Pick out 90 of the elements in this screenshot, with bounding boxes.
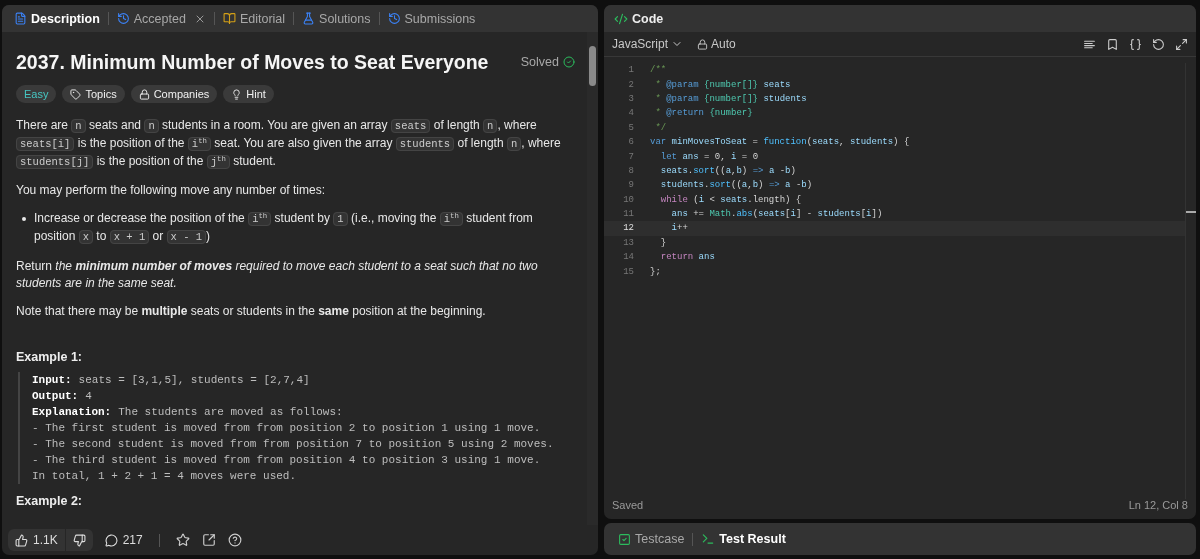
line-number: 10: [622, 194, 635, 205]
problem-paragraph: Note that there may be multiple seats or students in the same position at the beginning.: [16, 303, 487, 320]
example-line: Output: 4: [32, 389, 93, 404]
check-circle-icon: [563, 56, 575, 68]
example-line: Explanation: The students are moved as follows:: [32, 405, 344, 420]
line-number: 11: [622, 209, 635, 220]
star-icon[interactable]: [175, 533, 190, 547]
braces-icon[interactable]: [1129, 37, 1142, 51]
code-line: }: [659, 237, 667, 248]
example-line: - The first student is moved from from position 2 to position 1 using 1 move.: [32, 421, 542, 436]
panel-tab[interactable]: Submissions: [383, 11, 480, 26]
code-icon: [614, 11, 628, 26]
line-number: 3: [627, 93, 635, 104]
line-number: 7: [627, 151, 635, 162]
example-line: - The third student is moved from from position 4 to position 3 using 1 move.: [32, 453, 542, 468]
solved-status: Solved: [520, 55, 575, 69]
example-line: - The second student is moved from from position 7 to position 5 using 2 moves.: [32, 437, 555, 452]
problem-paragraph: There are n seats and n students in a room. You are given an array seats of length n , where seats[i] is the position of the i$^{th}$ seat. You are also given the array students of length n , where students[j] is the position of the j$^{th}$ student.: [16, 117, 562, 171]
cursor-position: Ln 12, Col 8: [1128, 499, 1188, 511]
comment-icon: [104, 533, 118, 547]
panel-title: Code: [632, 11, 664, 26]
line-number: 14: [622, 252, 635, 263]
code-line: * @return {number}: [654, 108, 753, 119]
problem-paragraph: Return the minimum number of moves required to move each student to a seat such that no two students are in the same seat.: [16, 258, 539, 292]
history-icon: [387, 12, 401, 25]
example-heading: Example 2:: [16, 494, 83, 508]
tag-icon: [70, 88, 82, 100]
scrollbar[interactable]: [587, 32, 598, 525]
save-status: Saved: [612, 499, 644, 511]
line-number: 15: [622, 266, 635, 277]
expand-icon[interactable]: [1175, 37, 1188, 51]
checkbox-icon: [618, 532, 631, 546]
code-line: */: [654, 122, 667, 133]
tag-chip[interactable]: Companies: [130, 85, 218, 103]
help-icon[interactable]: [227, 533, 242, 547]
language-dropdown[interactable]: JavaScript: [612, 37, 684, 51]
panel-tab[interactable]: Accepted: [112, 11, 210, 26]
code-line: return ans: [659, 252, 715, 263]
thumbs-down-icon: [72, 533, 86, 547]
comments-button[interactable]: 217: [104, 533, 143, 547]
bookmark-icon[interactable]: [1106, 37, 1119, 51]
line-number: 12: [622, 223, 635, 234]
line-number: 1: [627, 65, 635, 76]
code-line: while (i < seats.length) {: [659, 194, 802, 205]
code-line: ans += Math.abs(seats[i] - students[i]): [670, 209, 883, 220]
like-button[interactable]: 1.1K: [8, 529, 65, 551]
problem-title: 2037. Minimum Number of Moves to Seat Everyone: [16, 51, 489, 74]
panel-tab[interactable]: Testcase: [614, 532, 689, 546]
line-number: 8: [627, 165, 635, 176]
example-heading: Example 1:: [16, 350, 83, 364]
panel-tab[interactable]: Solutions: [298, 11, 375, 26]
reset-icon[interactable]: [1152, 37, 1165, 51]
document-icon: [14, 12, 27, 25]
code-line: /**: [650, 65, 667, 76]
code-line: i++: [670, 223, 688, 234]
line-number: 9: [627, 180, 635, 191]
code-line: * @param {number[]} students: [654, 93, 807, 104]
share-icon[interactable]: [201, 533, 216, 547]
code-line: let ans = 0, i = 0: [659, 151, 759, 162]
mode-button[interactable]: Auto: [697, 37, 736, 51]
flask-icon: [302, 12, 316, 25]
terminal-icon: [701, 532, 716, 546]
code-line: };: [650, 266, 661, 277]
difficulty-badge: Easy: [16, 85, 57, 103]
history-icon: [116, 12, 130, 25]
code-line: students.sort((a,b) => a -b): [659, 180, 813, 191]
example-line: In total, 1 + 2 + 1 = 4 moves were used.: [32, 469, 298, 484]
panel-tab[interactable]: Test Result: [697, 532, 790, 546]
line-number: 6: [627, 137, 635, 148]
code-line: var minMovesToSeat = function(seats, students) {: [650, 137, 910, 148]
line-number: 5: [627, 122, 635, 133]
scrollbar[interactable]: [1185, 63, 1196, 499]
thumbs-up-icon: [15, 533, 28, 547]
problem-paragraph: You may perform the following move any number of times:: [16, 182, 327, 199]
lock-icon: [697, 38, 709, 50]
bullet-text: Increase or decrease the position of the i$^{th}$ student by 1 (i.e., moving the i$^{th}$ student from position x to x + 1 or x - 1 ): [34, 210, 534, 246]
code-line: * @param {number[]} seats: [654, 79, 791, 90]
panel-tab[interactable]: Editorial: [218, 11, 290, 26]
lock-icon: [138, 88, 150, 100]
lightbulb-icon: [231, 88, 243, 100]
panel-tab[interactable]: Description: [10, 11, 104, 26]
tag-chip[interactable]: Hint: [223, 85, 274, 103]
line-number: 13: [622, 237, 635, 248]
book-icon: [222, 12, 236, 25]
line-number: 2: [627, 79, 635, 90]
line-number: 4: [627, 108, 635, 119]
tag-chip[interactable]: Topics: [62, 85, 125, 103]
code-line: seats.sort((a,b) => a -b): [659, 165, 796, 176]
bullet-icon: [22, 217, 26, 221]
example-line: Input: seats = [3,1,5], students = [2,7,4]: [32, 373, 311, 388]
